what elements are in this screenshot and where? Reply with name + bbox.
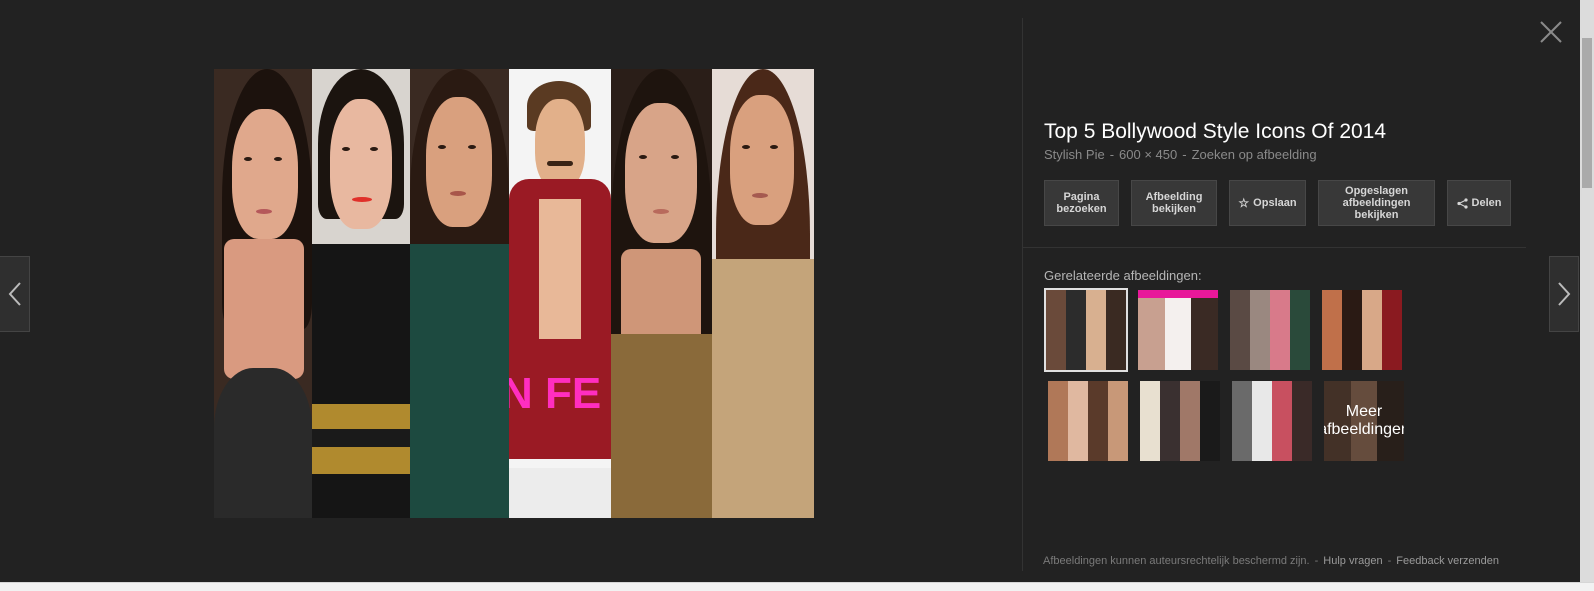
search-by-image-link[interactable]: Zoeken op afbeelding: [1192, 147, 1317, 162]
save-button[interactable]: ☆ Opslaan: [1229, 180, 1306, 226]
view-image-button[interactable]: Afbeelding bekijken: [1131, 180, 1217, 226]
collage-panel-3: [410, 69, 509, 518]
related-thumbnail[interactable]: [1140, 381, 1220, 461]
collage-panel-5: [611, 69, 712, 518]
footer-separator: -: [1387, 555, 1392, 567]
panel-divider: [1022, 18, 1023, 571]
more-images-button[interactable]: Meer afbeeldingen: [1324, 381, 1404, 461]
visit-page-button[interactable]: Pagina bezoeken: [1044, 180, 1119, 226]
collage-panel-6: [712, 69, 814, 518]
footer-separator: -: [1314, 555, 1319, 567]
share-button[interactable]: Delen: [1447, 180, 1511, 226]
image-meta: Stylish Pie -600 × 450- Zoeken op afbeeldi…: [1044, 147, 1317, 162]
scrollbar-thumb[interactable]: [1582, 38, 1592, 188]
page-bottom-edge: [0, 582, 1594, 591]
chevron-right-icon: [1558, 282, 1571, 306]
share-icon: [1456, 197, 1468, 209]
view-saved-label: Opgeslagen afbeeldingen bekijken: [1342, 185, 1411, 221]
feedback-link[interactable]: Feedback verzenden: [1396, 555, 1499, 567]
section-divider: [1022, 247, 1526, 248]
related-images-label: Gerelateerde afbeeldingen:: [1044, 268, 1202, 283]
image-dimensions: 600 × 450: [1119, 147, 1178, 162]
related-thumbnail[interactable]: [1232, 381, 1312, 461]
view-saved-button[interactable]: Opgeslagen afbeeldingen bekijken: [1318, 180, 1435, 226]
image-overlay-text: N FE: [509, 369, 602, 418]
meta-separator: -: [1109, 147, 1115, 162]
help-link[interactable]: Hulp vragen: [1323, 555, 1382, 567]
related-thumbnail[interactable]: [1322, 290, 1402, 370]
next-image-button[interactable]: [1549, 256, 1579, 332]
more-images-label: Meer afbeeldingen: [1324, 381, 1404, 461]
previous-image-button[interactable]: [0, 256, 30, 332]
image-title[interactable]: Top 5 Bollywood Style Icons Of 2014: [1044, 120, 1386, 144]
related-thumbnail[interactable]: [1230, 290, 1310, 370]
copyright-note: Afbeeldingen kunnen auteursrechtelijk be…: [1043, 555, 1310, 567]
save-label: Opslaan: [1253, 197, 1297, 209]
footer: Afbeeldingen kunnen auteursrechtelijk be…: [1043, 555, 1499, 567]
image-source[interactable]: Stylish Pie: [1044, 147, 1105, 162]
star-icon: ☆: [1238, 196, 1250, 210]
related-thumbnail[interactable]: [1044, 288, 1128, 372]
close-icon: [1540, 21, 1562, 43]
related-thumbnail[interactable]: [1138, 290, 1218, 370]
collage-panel-1: [214, 69, 312, 518]
close-button[interactable]: [1537, 18, 1565, 46]
chevron-left-icon: [8, 282, 21, 306]
collage-panel-4: N FE: [509, 69, 611, 518]
meta-separator: -: [1182, 147, 1187, 162]
share-label: Delen: [1471, 197, 1502, 209]
view-image-label: Afbeelding bekijken: [1145, 191, 1203, 215]
visit-page-label: Pagina bezoeken: [1056, 191, 1107, 215]
main-image[interactable]: N FE: [214, 69, 814, 518]
image-viewer-panel: N FE Top 5 Bollywood Style Icons Of 2014…: [0, 0, 1580, 582]
scrollbar[interactable]: [1580, 0, 1594, 582]
collage-panel-2: [312, 69, 410, 518]
related-thumbnail[interactable]: [1048, 381, 1128, 461]
